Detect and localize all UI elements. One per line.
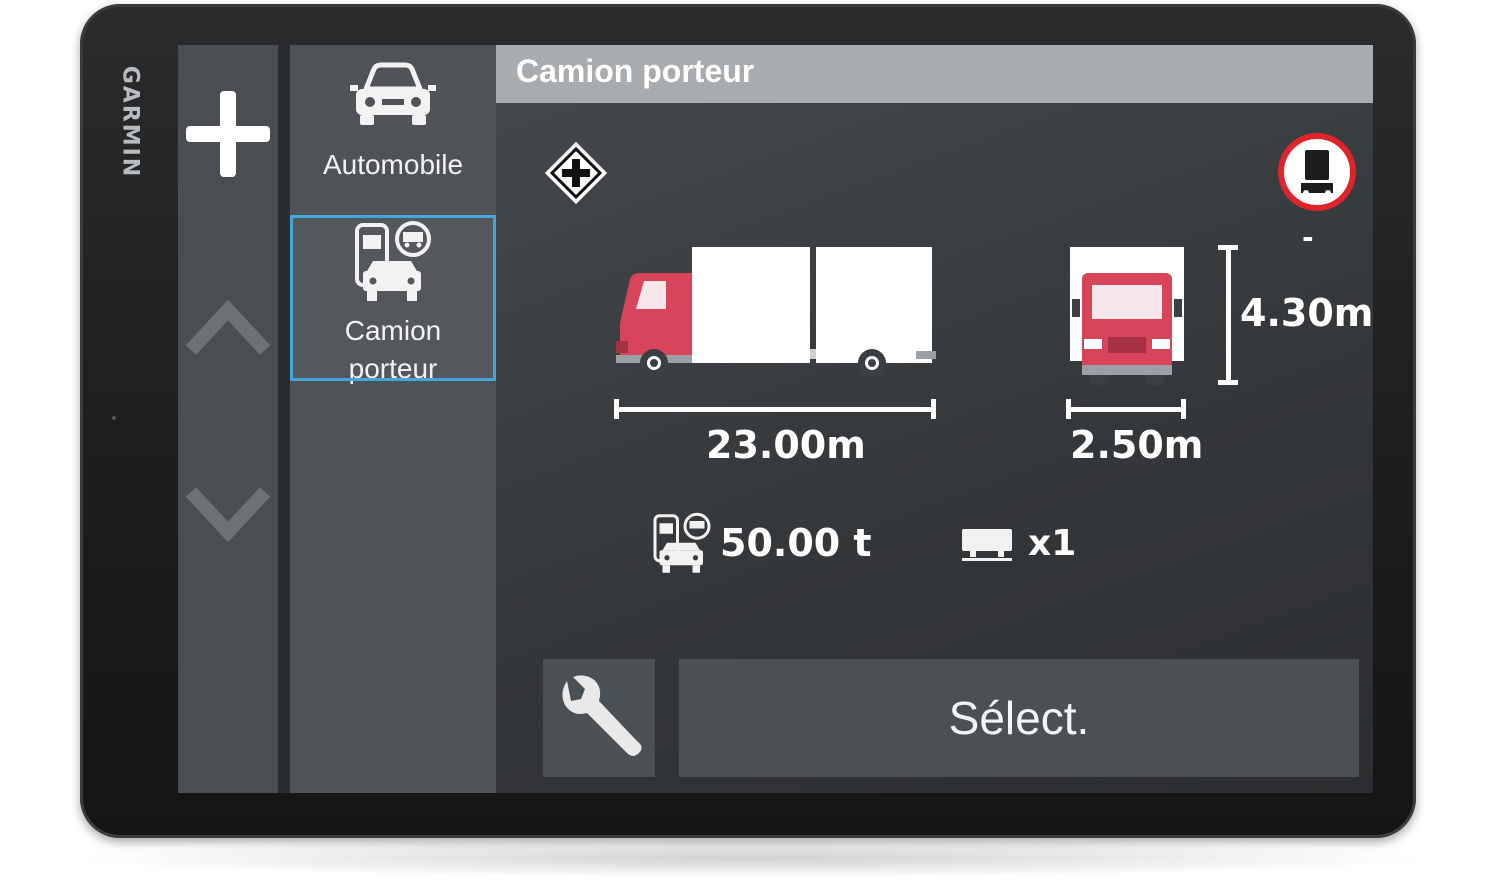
microphone-dot [112, 416, 116, 420]
chevron-up-icon [185, 299, 271, 355]
height-dimension-line [1218, 245, 1238, 385]
trailer-count: x1 [1028, 523, 1077, 564]
plus-icon [186, 91, 270, 177]
side-rail [178, 45, 278, 793]
select-label: Sélect. [948, 692, 1090, 744]
width-value: 2.50m [1070, 423, 1204, 467]
weight-icon [653, 512, 711, 573]
truck-front-icon [1070, 247, 1184, 385]
hazmat-diamond-icon[interactable] [540, 137, 612, 209]
screen: Automobile Camion porteur Camion porteur [178, 45, 1373, 793]
title-bar: Camion porteur [496, 45, 1373, 103]
device-shadow [60, 838, 1440, 878]
profile-details-panel: Camion porteur - 23.00m 2.50m 4.30m 50.0… [496, 45, 1373, 793]
profile-label: Automobile [322, 149, 464, 180]
brand-logo: GARMIN [117, 65, 143, 179]
chevron-down-icon [185, 487, 271, 543]
page-title: Camion porteur [516, 53, 755, 89]
truck-side-icon [616, 247, 936, 377]
truck-restriction-sign-icon[interactable] [1278, 133, 1356, 211]
profile-camion-porteur[interactable]: Camion porteur [290, 215, 496, 384]
width-dimension-line [1066, 399, 1186, 419]
height-value: 4.30m [1240, 291, 1373, 335]
length-value: 23.00m [706, 423, 866, 467]
wrench-icon [562, 675, 642, 756]
weight-value: 50.00 t [720, 521, 872, 565]
truck-profile-icon [355, 221, 431, 301]
trailer-icon [962, 529, 1012, 561]
profile-automobile[interactable]: Automobile [290, 57, 496, 207]
scroll-up-button[interactable] [178, 273, 278, 383]
profile-list: Automobile Camion porteur [290, 45, 496, 793]
scroll-down-button[interactable] [178, 459, 278, 569]
car-icon [350, 62, 436, 125]
add-profile-button[interactable] [178, 79, 278, 189]
profile-label-line1: Camion [344, 315, 442, 346]
restriction-value: - [1302, 221, 1314, 254]
profile-label-line2: porteur [348, 353, 438, 384]
select-button[interactable]: Sélect. [679, 659, 1359, 777]
settings-button[interactable] [543, 659, 655, 777]
length-dimension-line [614, 399, 936, 419]
